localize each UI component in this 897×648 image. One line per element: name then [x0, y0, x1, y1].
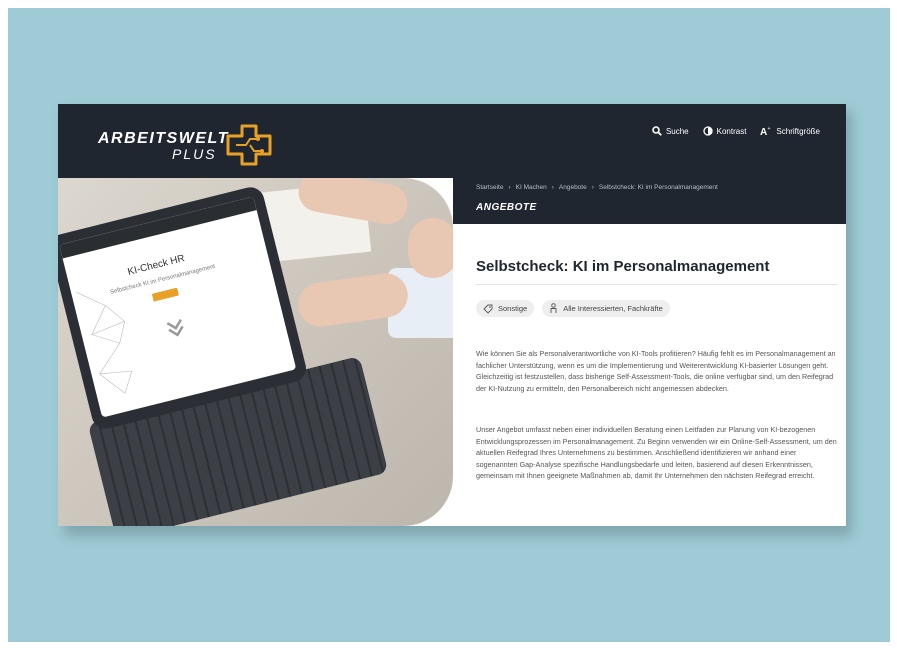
contrast-label: Kontrast: [716, 126, 747, 136]
svg-text:+: +: [768, 126, 771, 132]
tablet-screen-button: [151, 287, 179, 302]
font-size-tool[interactable]: A + Schriftgröße: [760, 126, 820, 136]
tablet-screen: KI-Check HR Selbstcheck KI im Personalma…: [59, 196, 297, 418]
font-size-label: Schriftgröße: [776, 126, 820, 136]
hand-bottom: [408, 218, 453, 278]
breadcrumb: Startseite › KI Machen › Angebote › Selb…: [476, 184, 718, 191]
breadcrumb-separator: ›: [591, 184, 594, 191]
section-label: ANGEBOTE: [476, 202, 537, 213]
contrast-tool[interactable]: Kontrast: [702, 126, 747, 136]
logo-cross-icon: [226, 124, 272, 166]
person-icon: [550, 303, 557, 313]
breadcrumb-separator: ›: [551, 184, 554, 191]
header-tools: Suche Kontrast A + Schriftgröße: [652, 126, 820, 136]
tag-category-label: Sonstige: [498, 304, 528, 313]
tag-icon: [483, 304, 493, 314]
website-screenshot: ARBEITSWELT PLUS Suche Kontrast A + Schri…: [58, 104, 846, 526]
title-divider: [476, 284, 838, 285]
tag-audience-label: Alle Interessierten, Fachkräfte: [563, 304, 663, 313]
breadcrumb-item-current: Selbstcheck: KI im Personalmanagement: [598, 184, 718, 191]
page-title: Selbstcheck: KI im Personalmanagement: [476, 258, 770, 275]
paragraph-offer: Unser Angebot umfasst neben einer indivi…: [476, 425, 837, 480]
tag-list: Sonstige Alle Interessierten, Fachkräfte: [476, 300, 670, 317]
search-tool[interactable]: Suche: [652, 126, 689, 136]
breadcrumb-item-home[interactable]: Startseite: [476, 184, 503, 191]
breadcrumb-item-angebote[interactable]: Angebote: [559, 184, 587, 191]
font-size-icon: A +: [760, 126, 771, 136]
contrast-icon: [702, 126, 713, 136]
tablet-screen-bar: [59, 196, 257, 259]
network-graphic: [76, 291, 133, 394]
breadcrumb-item-ki[interactable]: KI Machen: [516, 184, 547, 191]
search-icon: [652, 126, 662, 136]
tag-category[interactable]: Sonstige: [476, 300, 535, 317]
logo-line2: PLUS: [172, 146, 217, 162]
breadcrumb-separator: ›: [508, 184, 511, 191]
chevron-down-icon: [166, 318, 184, 337]
site-header: ARBEITSWELT PLUS Suche Kontrast A + Schri…: [58, 104, 846, 178]
svg-text:A: A: [760, 127, 767, 136]
paragraph-intro: Wie können Sie als Personalverantwortlic…: [476, 349, 836, 393]
search-label: Suche: [665, 126, 689, 136]
tag-audience[interactable]: Alle Interessierten, Fachkräfte: [542, 300, 670, 317]
hero-image: KI-Check HR Selbstcheck KI im Personalma…: [58, 178, 453, 526]
